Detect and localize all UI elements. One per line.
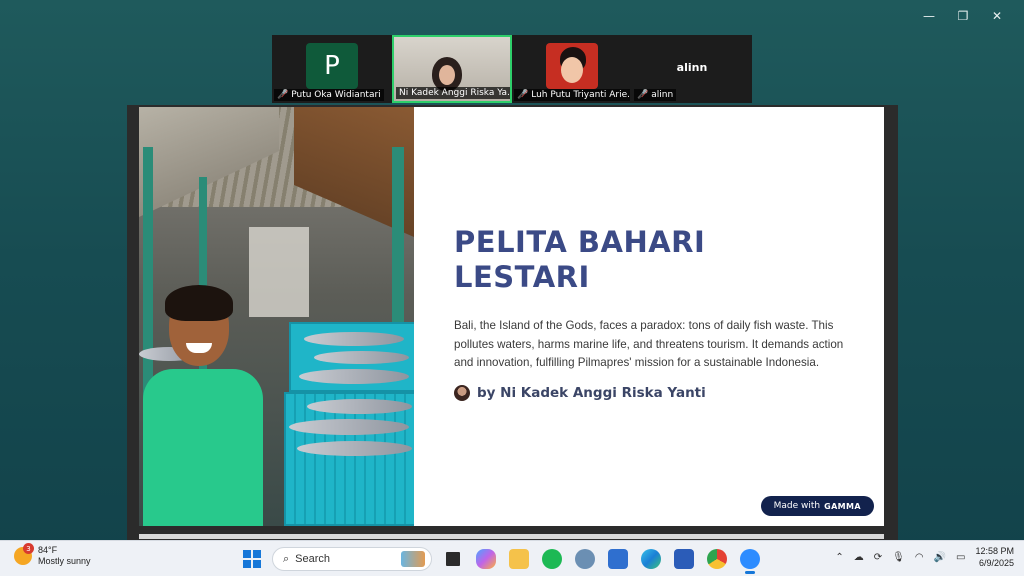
author-avatar — [454, 384, 470, 401]
participant-name: Ni Kadek Anggi Riska Ya... — [396, 87, 512, 99]
title-line-1: PELITA BAHARI — [454, 225, 706, 259]
weather-temp: 84°F — [38, 545, 58, 555]
participant-tile[interactable]: alinn 🎤̸ alinn — [632, 35, 752, 103]
edge-icon[interactable] — [641, 549, 661, 569]
participant-tile[interactable]: 🎤̸ Luh Putu Triyanti Arie... — [512, 35, 632, 103]
notification-badge: 3 — [23, 543, 34, 554]
slide-description: Bali, the Island of the Gods, faces a pa… — [454, 319, 844, 369]
participant-tile[interactable]: P 🎤̸ Putu Oka Widiantari — [272, 35, 392, 103]
badge-brand: GAMMA — [824, 501, 861, 511]
restore-button[interactable]: ❐ — [946, 6, 980, 26]
volume-icon[interactable]: 🔊 — [934, 552, 946, 563]
participant-tile-active[interactable]: Ni Kadek Anggi Riska Ya... — [392, 35, 512, 103]
avatar: P — [306, 43, 358, 89]
presentation-slide: PELITA BAHARI LESTARI Bali, the Island o… — [139, 107, 884, 526]
participant-name-text: Putu Oka Widiantari — [291, 90, 381, 100]
wifi-icon[interactable]: ◠ — [915, 552, 924, 563]
cloud-icon[interactable]: ☁ — [854, 552, 864, 563]
sun-icon: 3 — [14, 543, 34, 565]
clock-time: 12:58 PM — [975, 546, 1014, 556]
participant-name: 🎤̸ Luh Putu Triyanti Arie... — [514, 89, 630, 101]
weather-desc: Mostly sunny — [38, 556, 91, 566]
participant-strip: P 🎤̸ Putu Oka Widiantari Ni Kadek Anggi … — [272, 35, 752, 103]
mic-muted-icon: 🎤̸ — [277, 90, 289, 100]
badge-prefix: Made with — [773, 501, 821, 511]
battery-icon[interactable]: ▭ — [956, 552, 965, 563]
fish-market-photo — [139, 107, 414, 526]
start-button[interactable] — [243, 550, 261, 568]
boy-figure — [143, 369, 263, 526]
avatar — [546, 43, 598, 89]
file-explorer-icon[interactable] — [509, 549, 529, 569]
search-placeholder: Search — [295, 553, 331, 565]
mic-muted-icon: 🎤̸ — [517, 90, 529, 100]
slide-text: PELITA BAHARI LESTARI Bali, the Island o… — [414, 107, 884, 526]
zoom-icon[interactable] — [740, 549, 760, 569]
mic-muted-icon: 🎤̸ — [637, 90, 649, 100]
active-app-indicator — [745, 571, 755, 574]
author-name: by Ni Kadek Anggi Riska Yanti — [477, 384, 706, 401]
store-icon[interactable] — [608, 549, 628, 569]
copilot-icon[interactable] — [476, 549, 496, 569]
slide-title: PELITA BAHARI LESTARI — [454, 225, 844, 295]
participant-name: 🎤̸ Putu Oka Widiantari — [274, 89, 384, 101]
search-highlight-icon — [401, 551, 425, 567]
search-icon: ⌕ — [283, 552, 290, 565]
clock[interactable]: 12:58 PM 6/9/2025 — [975, 545, 1014, 569]
chrome-icon[interactable] — [707, 549, 727, 569]
minimize-button[interactable]: — — [912, 6, 946, 26]
title-line-2: LESTARI — [454, 260, 590, 294]
microphone-icon[interactable]: 🎙 — [892, 552, 905, 563]
participant-name-text: Ni Kadek Anggi Riska Ya... — [399, 88, 512, 98]
clock-date: 6/9/2025 — [978, 558, 1014, 568]
participant-name: 🎤̸ alinn — [634, 89, 677, 101]
weather-widget[interactable]: 3 84°F Mostly sunny — [14, 543, 91, 567]
share-scrollbar[interactable] — [139, 534, 884, 539]
word-icon[interactable] — [674, 549, 694, 569]
author-byline: by Ni Kadek Anggi Riska Yanti — [454, 384, 844, 401]
made-with-gamma-badge[interactable]: Made with GAMMA — [760, 496, 874, 516]
participant-display-name: alinn — [676, 61, 708, 74]
close-button[interactable]: ✕ — [980, 6, 1014, 26]
participant-name-text: Luh Putu Triyanti Arie... — [531, 90, 630, 100]
chevron-up-icon[interactable]: ⌃ — [835, 552, 843, 563]
participant-name-text: alinn — [651, 90, 674, 100]
taskbar: 3 84°F Mostly sunny ⌕ Search ⌃ ☁ ⟳ 🎙 ◠ 🔊… — [0, 540, 1024, 576]
window-controls: — ❐ ✕ — [912, 6, 1014, 26]
app-icon[interactable] — [575, 549, 595, 569]
task-view-icon[interactable] — [443, 549, 463, 569]
search-box[interactable]: ⌕ Search — [272, 547, 432, 571]
spotify-icon[interactable] — [542, 549, 562, 569]
system-tray: ⌃ ☁ ⟳ 🎙 ◠ 🔊 ▭ 12:58 PM 6/9/2025 — [835, 545, 1014, 569]
sync-icon[interactable]: ⟳ — [874, 552, 882, 563]
